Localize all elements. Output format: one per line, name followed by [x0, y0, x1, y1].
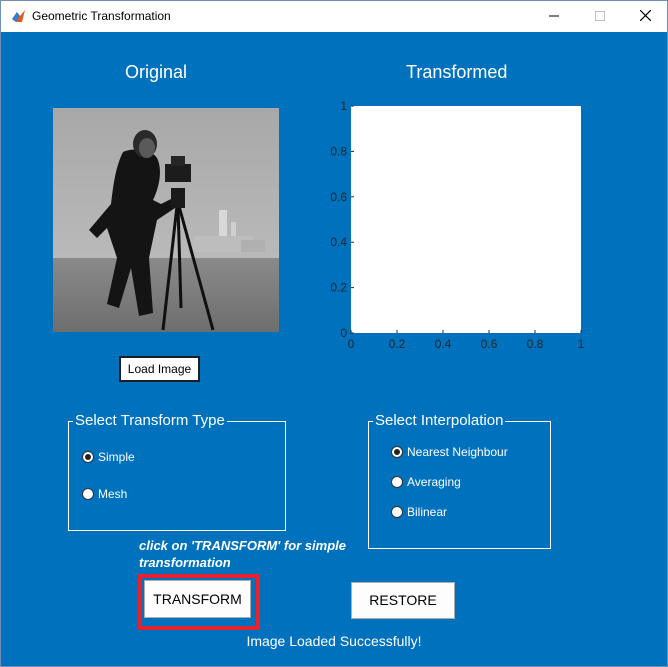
- axes-plot-area: [351, 106, 581, 333]
- transform-hint: click on 'TRANSFORM' for simple transfor…: [139, 538, 346, 570]
- x-ticks: 0 0.2 0.4 0.6 0.8 1: [348, 330, 585, 351]
- window-title: Geometric Transformation: [32, 9, 171, 23]
- restore-button[interactable]: RESTORE: [351, 582, 455, 619]
- x-tick-label: 1: [578, 337, 585, 351]
- radio-mesh[interactable]: Mesh: [82, 487, 127, 501]
- x-tick-label: 0.2: [389, 337, 406, 351]
- transform-type-panel: Select Transform Type Simple Mesh: [68, 412, 286, 531]
- y-tick-label: 0.2: [330, 281, 347, 295]
- x-tick-label: 0.6: [481, 337, 498, 351]
- maximize-button[interactable]: [577, 1, 623, 32]
- x-tick-label: 0: [348, 337, 355, 351]
- y-tick-label: 0.6: [330, 190, 347, 204]
- interpolation-title: Select Interpolation: [373, 412, 506, 430]
- radio-averaging[interactable]: Averaging: [391, 475, 461, 489]
- load-image-button[interactable]: Load Image: [119, 356, 200, 382]
- radio-mesh-label: Mesh: [98, 487, 128, 501]
- radio-averaging-label: Averaging: [407, 475, 461, 489]
- x-tick-label: 0.4: [435, 337, 452, 351]
- transformed-axes: 0 0.2 0.4 0.6 0.8 1 0 0.2 0.4 0.6 0.8 1: [330, 99, 585, 351]
- radio-simple[interactable]: Simple: [82, 450, 135, 464]
- radio-button-icon[interactable]: [391, 446, 403, 458]
- transformed-heading: Transformed: [406, 62, 508, 82]
- radio-simple-label: Simple: [98, 450, 135, 464]
- y-tick-label: 0.4: [330, 235, 347, 249]
- original-heading: Original: [125, 62, 188, 82]
- minimize-button[interactable]: [531, 1, 577, 32]
- close-icon: [639, 9, 651, 22]
- radio-button-icon[interactable]: [391, 476, 403, 488]
- interpolation-panel: Select Interpolation Nearest Neighbour A…: [368, 412, 551, 549]
- matlab-icon: [12, 10, 25, 22]
- radio-button-icon[interactable]: [82, 451, 94, 463]
- title-bar: Geometric Transformation: [1, 1, 667, 32]
- y-tick-label: 1: [340, 99, 347, 113]
- radio-nearest-neighbour-label: Nearest Neighbour: [407, 445, 508, 459]
- y-tick-label: 0: [340, 326, 347, 340]
- radio-button-icon[interactable]: [391, 506, 403, 518]
- transform-type-title: Select Transform Type: [73, 412, 227, 430]
- main-content: Original Transformed 0 0.2 0.4 0.6 0.8 1…: [1, 32, 667, 666]
- app-window: Geometric Transformation Original Transf…: [0, 0, 668, 667]
- close-button[interactable]: [622, 1, 667, 32]
- y-ticks: 0 0.2 0.4 0.6 0.8 1: [330, 99, 354, 340]
- x-tick-label: 0.8: [527, 337, 544, 351]
- original-image: [53, 108, 279, 332]
- status-message: Image Loaded Successfully!: [246, 633, 422, 649]
- radio-bilinear-label: Bilinear: [407, 505, 448, 519]
- radio-button-icon[interactable]: [82, 488, 94, 500]
- minimize-icon: [549, 15, 559, 17]
- radio-nearest-neighbour[interactable]: Nearest Neighbour: [391, 445, 508, 459]
- y-tick-label: 0.8: [330, 144, 347, 158]
- maximize-icon: [595, 11, 605, 21]
- transform-button[interactable]: TRANSFORM: [144, 580, 251, 618]
- radio-bilinear[interactable]: Bilinear: [391, 505, 447, 519]
